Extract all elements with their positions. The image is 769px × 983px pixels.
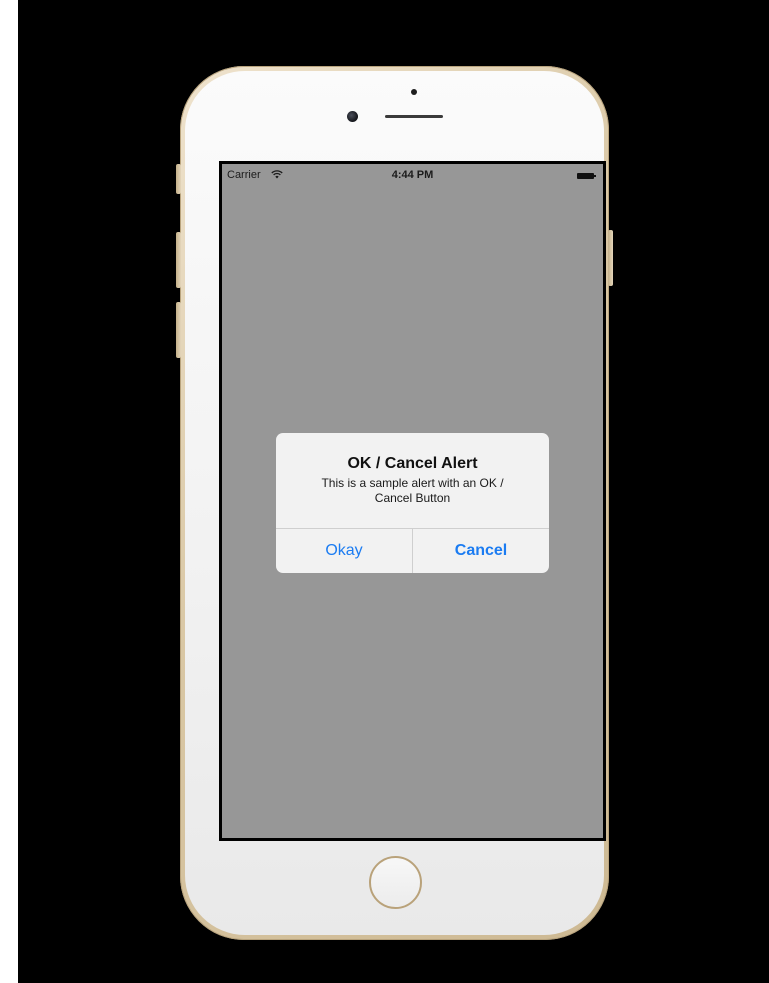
volume-down-button bbox=[176, 302, 181, 358]
front-camera bbox=[347, 111, 358, 122]
phone-screen: Carrier 4:44 PM OK / Cancel Alert This i… bbox=[219, 161, 606, 841]
proximity-sensor bbox=[411, 89, 417, 95]
volume-up-button bbox=[176, 232, 181, 288]
status-bar: Carrier 4:44 PM bbox=[222, 164, 603, 184]
alert-dialog: OK / Cancel Alert This is a sample alert… bbox=[276, 433, 549, 573]
alert-title: OK / Cancel Alert bbox=[347, 455, 478, 472]
earpiece-speaker bbox=[385, 115, 443, 118]
app-display: Carrier 4:44 PM OK / Cancel Alert This i… bbox=[222, 164, 603, 838]
stage: Carrier 4:44 PM OK / Cancel Alert This i… bbox=[18, 0, 769, 983]
battery-icon bbox=[577, 173, 596, 179]
status-time: 4:44 PM bbox=[391, 169, 434, 181]
power-button bbox=[608, 230, 613, 286]
phone-device: Carrier 4:44 PM OK / Cancel Alert This i… bbox=[176, 66, 613, 940]
home-button[interactable] bbox=[369, 856, 422, 909]
alert-message: This is a sample alert with an OK / Canc… bbox=[321, 476, 504, 505]
mute-switch bbox=[176, 164, 181, 194]
cancel-button[interactable]: Cancel bbox=[413, 529, 549, 573]
alert-button-row: Okay Cancel bbox=[276, 529, 549, 573]
okay-button[interactable]: Okay bbox=[276, 529, 412, 573]
